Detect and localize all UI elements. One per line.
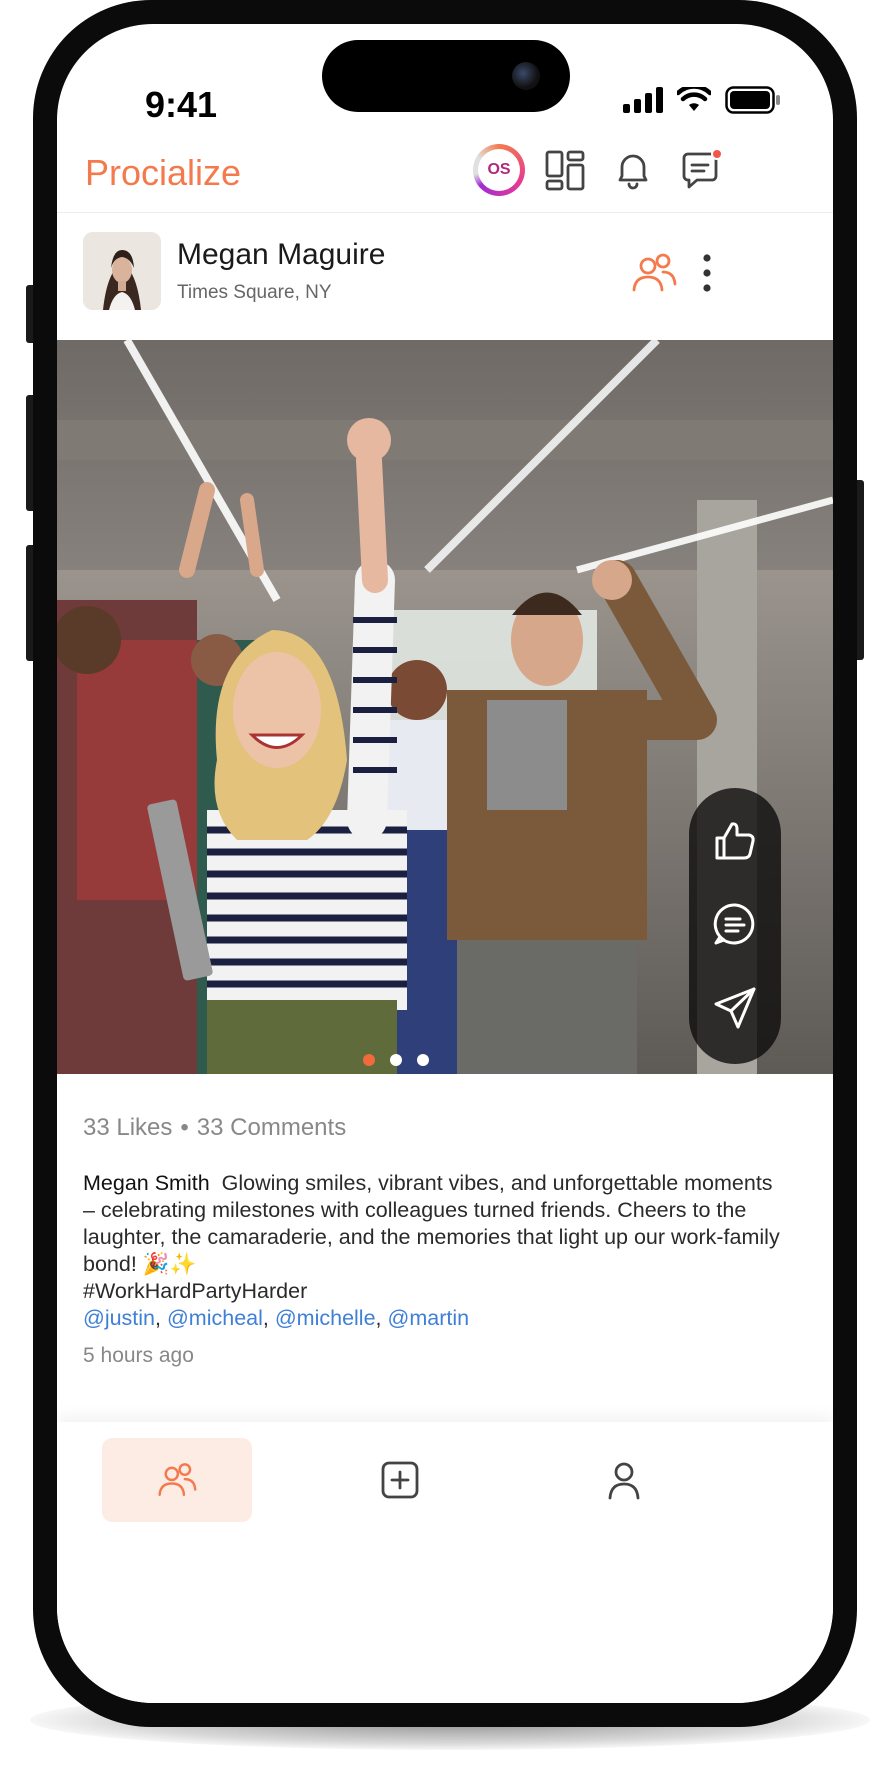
post-caption: Megan Smith Glowing smiles, vibrant vibe…	[83, 1170, 783, 1332]
caption-mentions: @justin, @micheal, @michelle, @martin	[83, 1306, 470, 1330]
carousel-indicator[interactable]	[363, 1054, 429, 1066]
mention-link[interactable]: @micheal	[167, 1306, 263, 1330]
comment-icon[interactable]	[711, 900, 759, 948]
post-location: Times Square, NY	[177, 282, 332, 303]
comments-count[interactable]: 33 Comments	[197, 1114, 346, 1141]
app-header: Procialize OS	[57, 124, 833, 213]
carousel-dot-3[interactable]	[417, 1054, 429, 1066]
os-badge-label: OS	[478, 149, 520, 191]
post-stats: 33 Likes • 33 Comments	[83, 1114, 346, 1142]
dashboard-icon[interactable]	[541, 146, 589, 194]
thumbs-up-icon[interactable]	[711, 816, 759, 864]
bottom-nav	[57, 1422, 833, 1703]
camera-icon	[512, 62, 540, 90]
caption-hashtag[interactable]: #WorkHardPartyHarder	[83, 1279, 307, 1303]
profile-icon	[608, 1462, 640, 1500]
nav-item-profile[interactable]	[549, 1438, 699, 1522]
post-action-bar	[689, 788, 781, 1064]
battery-icon	[725, 86, 780, 114]
send-icon[interactable]	[711, 984, 759, 1032]
chat-icon[interactable]	[677, 146, 725, 194]
wifi-icon	[677, 87, 711, 111]
signal-icon	[623, 87, 663, 113]
post-header: Megan Maguire Times Square, NY	[57, 212, 833, 340]
likes-count[interactable]: 33 Likes	[83, 1114, 172, 1141]
avatar[interactable]	[83, 232, 161, 310]
carousel-dot-1[interactable]	[363, 1054, 375, 1066]
mention-link[interactable]: @justin	[83, 1306, 155, 1330]
stats-separator: •	[180, 1114, 189, 1141]
os-badge-button[interactable]: OS	[473, 144, 525, 196]
post-timestamp: 5 hours ago	[83, 1344, 194, 1367]
brand-logo: Procialize	[85, 152, 242, 193]
status-icons	[623, 86, 781, 114]
mention-link[interactable]: @michelle	[275, 1306, 376, 1330]
status-time: 9:41	[145, 84, 218, 125]
people-icon	[158, 1463, 197, 1496]
more-options-icon[interactable]	[697, 250, 717, 296]
mention-link[interactable]: @martin	[388, 1306, 470, 1330]
post-author-name[interactable]: Megan Maguire	[177, 238, 385, 272]
nav-item-feed[interactable]	[102, 1438, 252, 1522]
caption-author[interactable]: Megan Smith	[83, 1171, 210, 1195]
post-image[interactable]	[57, 340, 833, 1074]
carousel-dot-2[interactable]	[390, 1054, 402, 1066]
nav-item-add-post[interactable]	[325, 1438, 475, 1522]
screen: 9:41 Procialize OS Megan Maguire Times S…	[57, 24, 833, 1703]
phone-frame: 9:41 Procialize OS Megan Maguire Times S…	[33, 0, 857, 1727]
people-icon[interactable]	[631, 252, 677, 294]
bell-icon[interactable]	[609, 146, 657, 194]
add-post-icon	[381, 1461, 419, 1499]
dynamic-island	[322, 40, 570, 112]
